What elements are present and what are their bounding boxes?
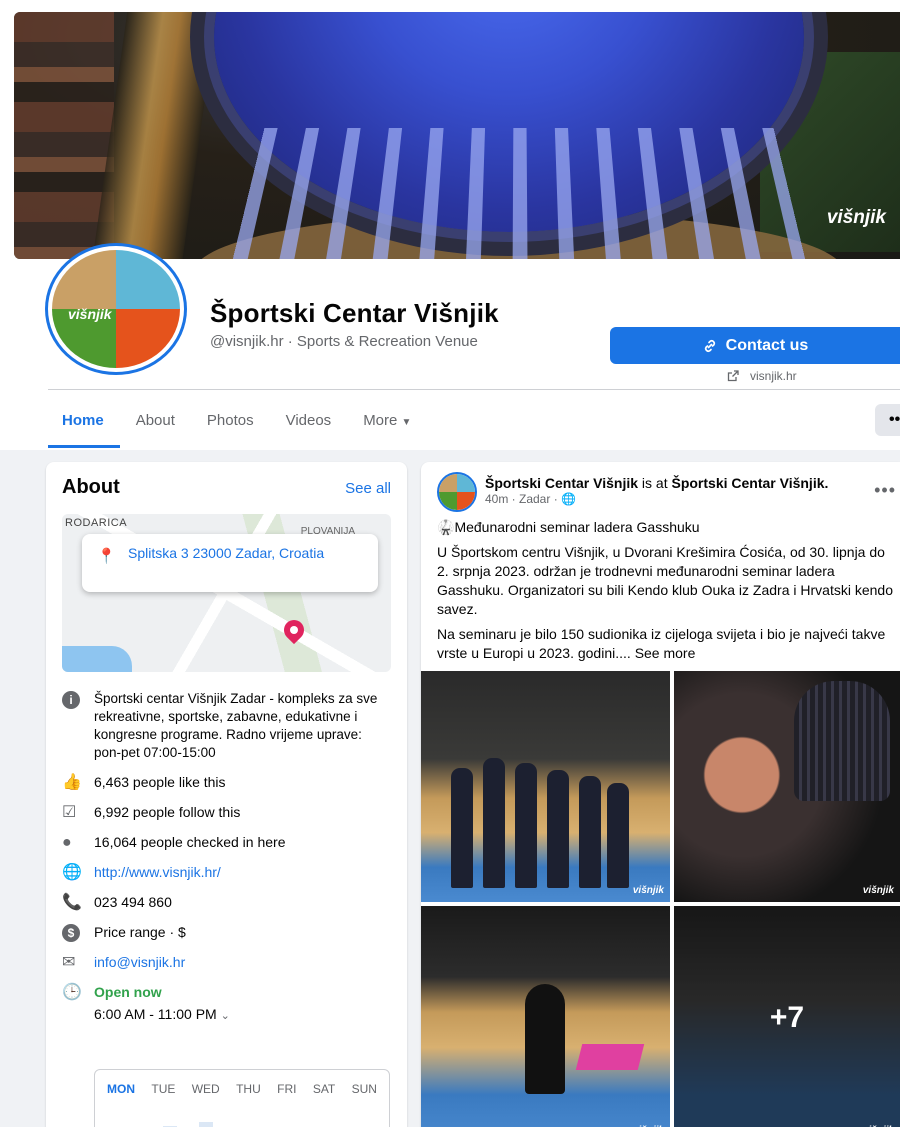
email-link[interactable]: info@visnjik.hr [94, 953, 185, 971]
post-photo-1[interactable]: višnjik [421, 671, 670, 902]
caret-down-icon: ▼ [401, 417, 412, 428]
phone-row: 📞 023 494 860 [62, 893, 392, 912]
post-headline-text: Međunarodni seminar ladera Gasshuku [454, 519, 700, 535]
open-now-status: Open now [94, 984, 162, 1000]
about-title: About [62, 476, 120, 498]
info-icon: i [62, 691, 80, 709]
post-photo-3[interactable]: višnjik [421, 906, 670, 1127]
cover-photo[interactable]: višnjik [14, 12, 900, 259]
see-all-link[interactable]: See all [345, 480, 391, 497]
checkin-pin-icon: ● [62, 834, 72, 851]
post-card: Športski Centar Višnjik is at Športski C… [421, 462, 900, 1127]
checkins-row: ● 16,064 people checked in here [62, 833, 392, 852]
map-marker-icon [279, 615, 309, 645]
post-headline: 🥋Međunarodni seminar ladera Gasshuku [437, 518, 895, 537]
profile-avatar[interactable]: višnjik [48, 246, 184, 372]
contact-us-button[interactable]: Contact us [610, 327, 900, 364]
chevron-down-icon: ⌄ [220, 1010, 230, 1022]
price-row: $ Price range · $ [62, 923, 392, 942]
post-paragraph-2: Na seminaru je bilo 150 sudionika iz cij… [437, 625, 895, 663]
about-card: About See all RODARICA PLOVANIJA 📍 Split… [46, 462, 407, 1127]
location-pin-icon: 📍 [97, 548, 116, 565]
post-location[interactable]: Športski Centar Višnjik. [671, 475, 828, 491]
external-link-icon [727, 370, 739, 382]
email-row: ✉ info@visnjik.hr [62, 953, 392, 972]
popular-times-bars [145, 1118, 305, 1127]
hours-row: 🕒 Open now 6:00 AM - 11:00 PM ⌄ [62, 983, 392, 1025]
day-mon[interactable]: MON [107, 1082, 135, 1096]
avatar-brand-text: višnjik [68, 306, 112, 322]
day-tue[interactable]: TUE [151, 1082, 175, 1096]
contact-us-label: Contact us [725, 336, 809, 354]
website-row: 🌐 http://www.visnjik.hr/ [62, 863, 392, 882]
tab-more[interactable]: More ▼ [347, 400, 427, 448]
map-water [62, 646, 132, 672]
link-icon [704, 339, 715, 352]
address-box[interactable]: 📍 Splitska 3 23000 Zadar, Croatia [82, 534, 378, 592]
day-thu[interactable]: THU [236, 1082, 261, 1096]
follows-row: ☑ 6,992 people follow this [62, 803, 392, 822]
more-photos-count: +7 [769, 1001, 805, 1034]
phone-icon: 📞 [62, 894, 82, 911]
post-photo-4[interactable]: +7 višnjik [674, 906, 900, 1127]
description-row: i Športski centar Višnjik Zadar - komple… [62, 690, 392, 762]
post-body: 🥋Međunarodni seminar ladera Gasshuku U Š… [437, 518, 895, 669]
address-text: Splitska 3 23000 Zadar, Croatia [128, 545, 325, 561]
dollar-icon: $ [62, 924, 80, 942]
post-is-at: is at [641, 475, 668, 491]
post-meta: 40m · Zadar · 🌐 [485, 492, 576, 506]
post-author[interactable]: Športski Centar Višnjik [485, 475, 638, 491]
tab-videos[interactable]: Videos [270, 400, 348, 448]
more-options-button[interactable]: ••• [875, 404, 900, 436]
page-title: Športski Centar Višnjik [210, 298, 499, 328]
price-text: Price range · $ [94, 924, 186, 940]
phone-text[interactable]: 023 494 860 [94, 893, 172, 911]
kendo-emoji-icon: 🥋 [437, 519, 455, 535]
post-photo-grid: višnjik višnjik višnjik +7 višnjik [421, 671, 900, 1127]
description-text: Športski centar Višnjik Zadar - kompleks… [94, 691, 378, 760]
website-link[interactable]: visnjik.hr [726, 369, 797, 383]
page-subtitle: @visnjik.hr · Sports & Recreation Venue [210, 333, 478, 350]
follows-text: 6,992 people follow this [94, 804, 241, 820]
map-area-label: RODARICA [65, 517, 128, 529]
day-selector: MON TUE WED THU FRI SAT SUN [107, 1082, 377, 1096]
photo-1-watermark: višnjik [632, 885, 664, 896]
post-author-avatar[interactable] [437, 472, 477, 512]
ellipsis-icon: ••• [889, 411, 900, 428]
header-divider [48, 389, 900, 390]
post-paragraph-1: U Športskom centru Višnjik, u Dvorani Kr… [437, 544, 893, 617]
photo-2-watermark: višnjik [862, 885, 894, 896]
likes-text: 6,463 people like this [94, 774, 226, 790]
tab-more-label: More [363, 412, 398, 429]
follow-icon: ☑ [62, 804, 77, 821]
globe-icon: 🌐 [561, 492, 576, 506]
likes-row: 👍 6,463 people like this [62, 773, 392, 792]
website-url[interactable]: http://www.visnjik.hr/ [94, 863, 221, 881]
tab-about[interactable]: About [120, 400, 191, 448]
day-fri[interactable]: FRI [277, 1082, 296, 1096]
popular-times: MON TUE WED THU FRI SAT SUN [94, 1069, 390, 1127]
hours-dropdown[interactable]: 6:00 AM - 11:00 PM ⌄ [94, 1005, 230, 1025]
tab-photos[interactable]: Photos [191, 400, 270, 448]
tab-home[interactable]: Home [48, 400, 120, 448]
checkins-text: 16,064 people checked in here [94, 834, 286, 850]
envelope-icon: ✉ [62, 954, 76, 971]
cover-logo: višnjik [826, 207, 886, 228]
location-map[interactable]: RODARICA PLOVANIJA 📍 Splitska 3 23000 Za… [62, 514, 391, 672]
day-wed[interactable]: WED [192, 1082, 220, 1096]
see-more-link[interactable]: See more [635, 645, 696, 661]
clock-icon: 🕒 [62, 984, 82, 1001]
page-tabs: Home About Photos Videos More ▼ [48, 400, 427, 448]
post-photo-2[interactable]: višnjik [674, 671, 900, 902]
thumbs-up-icon: 👍 [62, 774, 82, 791]
post-header: Športski Centar Višnjik is at Športski C… [485, 474, 828, 492]
website-label: visnjik.hr [750, 369, 797, 383]
post-options-icon[interactable]: ••• [874, 480, 896, 501]
post-meta-text[interactable]: 40m · Zadar · [485, 492, 558, 506]
day-sat[interactable]: SAT [313, 1082, 335, 1096]
globe-icon: 🌐 [62, 864, 82, 881]
day-sun[interactable]: SUN [352, 1082, 377, 1096]
hours-text: 6:00 AM - 11:00 PM [94, 1006, 217, 1022]
about-info-list: i Športski centar Višnjik Zadar - komple… [62, 690, 392, 1036]
